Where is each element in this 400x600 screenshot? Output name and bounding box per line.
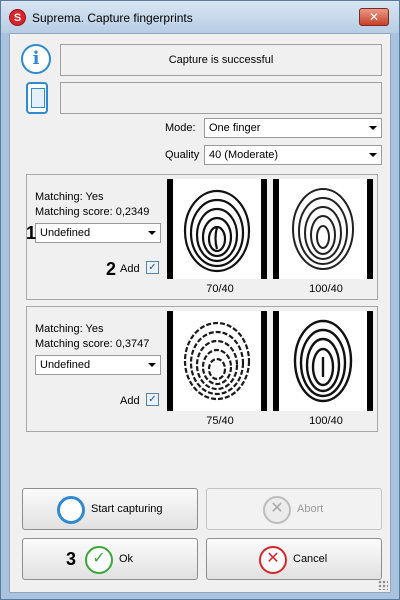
quality-select[interactable]: 40 (Moderate): [204, 145, 382, 165]
quality-label: Quality: [165, 149, 200, 161]
status-message: Capture is successful: [60, 44, 382, 76]
add-checkbox-2[interactable]: ✓: [146, 393, 159, 406]
capture-window: S Suprema. Capture fingerprints ✕ i Capt…: [0, 0, 400, 600]
mode-select[interactable]: One finger: [204, 118, 382, 138]
finger-select-2[interactable]: Undefined: [35, 355, 161, 375]
matching-score: Matching score: 0,2349: [35, 206, 150, 218]
chevron-down-icon: [148, 363, 156, 367]
fingerprint-image-1b: [273, 179, 373, 279]
device-status-field: [60, 82, 382, 114]
fingerprint-image-2b: [273, 311, 373, 411]
resize-grip[interactable]: [378, 580, 388, 590]
abort-x-icon: ✕: [263, 496, 291, 524]
abort-label: Abort: [297, 503, 324, 515]
abort-button[interactable]: ✕ Abort: [206, 488, 382, 530]
finger-select-1[interactable]: Undefined: [35, 223, 161, 243]
matching-score: Matching score: 0,3747: [35, 338, 150, 350]
close-button[interactable]: ✕: [359, 8, 389, 26]
callout-1: 1: [26, 223, 37, 243]
add-checkbox-1[interactable]: ✓: [146, 261, 159, 274]
cancel-x-icon: ✕: [259, 546, 287, 574]
fingerprint-image-2a: [167, 311, 267, 411]
dialog-body: i Capture is successful Mode: One finger…: [9, 33, 391, 593]
add-label: Add: [120, 263, 140, 275]
quality-score: 75/40: [206, 415, 234, 427]
cancel-label: Cancel: [293, 553, 328, 565]
chevron-down-icon: [369, 126, 377, 130]
quality-select-value: 40 (Moderate): [209, 149, 279, 161]
matching-status: Matching: Yes: [35, 323, 104, 335]
fingerprint-image-1a: [167, 179, 267, 279]
mode-select-value: One finger: [209, 122, 261, 134]
magnifier-icon: [57, 496, 85, 524]
check-icon: ✓: [85, 546, 113, 574]
title-bar[interactable]: S Suprema. Capture fingerprints ✕: [1, 1, 399, 33]
add-label: Add: [120, 395, 140, 407]
device-icon: [26, 82, 48, 114]
cancel-button[interactable]: ✕ Cancel: [206, 538, 382, 580]
chevron-down-icon: [369, 153, 377, 157]
quality-score: 100/40: [309, 415, 343, 427]
finger-select-value: Undefined: [40, 359, 91, 371]
callout-3: 3: [66, 549, 77, 569]
start-capturing-label: Start capturing: [91, 503, 163, 515]
finger-select-value: Undefined: [40, 227, 91, 239]
capture-group-2: Matching: Yes Matching score: 0,3747 Und…: [26, 306, 378, 432]
chevron-down-icon: [148, 231, 156, 235]
callout-2: 2: [106, 259, 117, 279]
quality-score: 70/40: [206, 283, 234, 295]
ok-label: Ok: [119, 553, 134, 565]
start-capturing-button[interactable]: Start capturing: [22, 488, 198, 530]
ok-button[interactable]: ✓ Ok: [22, 538, 198, 580]
matching-status: Matching: Yes: [35, 191, 104, 203]
quality-score: 100/40: [309, 283, 343, 295]
suprema-logo-icon: S: [9, 9, 26, 26]
capture-group-1: Matching: Yes Matching score: 0,2349 Und…: [26, 174, 378, 300]
window-title: Suprema. Capture fingerprints: [32, 11, 193, 25]
info-icon: i: [21, 44, 51, 74]
mode-label: Mode:: [165, 122, 196, 134]
